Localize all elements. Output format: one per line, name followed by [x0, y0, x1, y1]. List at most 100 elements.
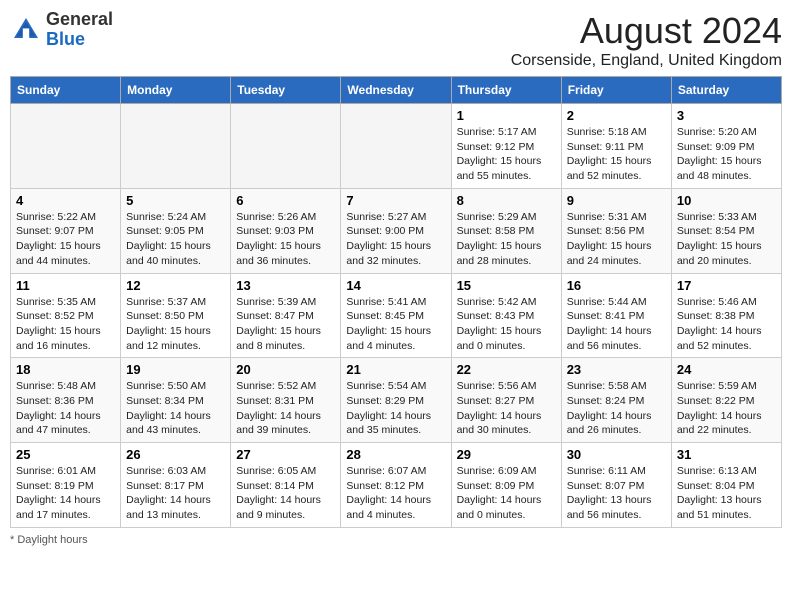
logo-icon — [10, 14, 42, 46]
page-title: August 2024 — [511, 10, 782, 52]
day-number: 10 — [677, 193, 776, 208]
calendar-header-wednesday: Wednesday — [341, 77, 451, 104]
day-number: 11 — [16, 278, 115, 293]
calendar-cell: 4 Sunrise: 5:22 AM Sunset: 9:07 PM Daylig… — [11, 188, 121, 273]
day-number: 22 — [457, 362, 556, 377]
day-number: 9 — [567, 193, 666, 208]
day-info: Sunrise: 5:52 AM Sunset: 8:31 PM Dayligh… — [236, 379, 335, 438]
calendar-cell: 7Sunrise: 5:27 AM Sunset: 9:00 PM Daylig… — [341, 188, 451, 273]
day-number: 20 — [236, 362, 335, 377]
day-number: 8 — [457, 193, 556, 208]
calendar-header-row: SundayMondayTuesdayWednesdayThursdayFrid… — [11, 77, 782, 104]
calendar-cell: 24 Sunrise: 5:59 AM Sunset: 8:22 PM Dayli… — [671, 358, 781, 443]
day-number: 16 — [567, 278, 666, 293]
day-info: Sunrise: 5:59 AM Sunset: 8:22 PM Dayligh… — [677, 379, 776, 438]
day-info: Sunrise: 5:22 AM Sunset: 9:07 PM Dayligh… — [16, 210, 115, 269]
day-number: 18 — [16, 362, 115, 377]
day-number: 30 — [567, 447, 666, 462]
header: General Blue August 2024 Corsenside, Eng… — [10, 10, 782, 70]
calendar-cell: 28Sunrise: 6:07 AM Sunset: 8:12 PM Dayli… — [341, 443, 451, 528]
calendar-week-row: 1 Sunrise: 5:17 AM Sunset: 9:12 PM Daylig… — [11, 104, 782, 189]
day-info: Sunrise: 5:29 AM Sunset: 8:58 PM Dayligh… — [457, 210, 556, 269]
day-number: 2 — [567, 108, 666, 123]
calendar-cell: 29 Sunrise: 6:09 AM Sunset: 8:09 PM Dayli… — [451, 443, 561, 528]
calendar-cell: 19 Sunrise: 5:50 AM Sunset: 8:34 PM Dayli… — [121, 358, 231, 443]
day-info: Sunrise: 6:09 AM Sunset: 8:09 PM Dayligh… — [457, 464, 556, 523]
calendar-cell: 9 Sunrise: 5:31 AM Sunset: 8:56 PM Daylig… — [561, 188, 671, 273]
calendar-cell: 31Sunrise: 6:13 AM Sunset: 8:04 PM Dayli… — [671, 443, 781, 528]
calendar-header-thursday: Thursday — [451, 77, 561, 104]
day-info: Sunrise: 5:20 AM Sunset: 9:09 PM Dayligh… — [677, 125, 776, 184]
day-number: 21 — [346, 362, 445, 377]
day-info: Sunrise: 6:03 AM Sunset: 8:17 PM Dayligh… — [126, 464, 225, 523]
day-number: 24 — [677, 362, 776, 377]
day-info: Sunrise: 5:44 AM Sunset: 8:41 PM Dayligh… — [567, 295, 666, 354]
day-info: Sunrise: 5:27 AM Sunset: 9:00 PM Dayligh… — [346, 210, 445, 269]
day-number: 3 — [677, 108, 776, 123]
calendar-cell: 11 Sunrise: 5:35 AM Sunset: 8:52 PM Dayli… — [11, 273, 121, 358]
calendar-cell — [341, 104, 451, 189]
logo-blue: Blue — [46, 30, 113, 50]
day-number: 5 — [126, 193, 225, 208]
day-number: 26 — [126, 447, 225, 462]
day-number: 31 — [677, 447, 776, 462]
calendar-cell: 16 Sunrise: 5:44 AM Sunset: 8:41 PM Dayli… — [561, 273, 671, 358]
day-number: 4 — [16, 193, 115, 208]
day-info: Sunrise: 5:41 AM Sunset: 8:45 PM Dayligh… — [346, 295, 445, 354]
calendar-cell: 8 Sunrise: 5:29 AM Sunset: 8:58 PM Daylig… — [451, 188, 561, 273]
day-number: 28 — [346, 447, 445, 462]
day-number: 25 — [16, 447, 115, 462]
day-number: 19 — [126, 362, 225, 377]
day-number: 6 — [236, 193, 335, 208]
calendar-cell — [11, 104, 121, 189]
day-info: Sunrise: 5:24 AM Sunset: 9:05 PM Dayligh… — [126, 210, 225, 269]
day-info: Sunrise: 6:05 AM Sunset: 8:14 PM Dayligh… — [236, 464, 335, 523]
calendar-cell: 5 Sunrise: 5:24 AM Sunset: 9:05 PM Daylig… — [121, 188, 231, 273]
calendar-week-row: 11 Sunrise: 5:35 AM Sunset: 8:52 PM Dayli… — [11, 273, 782, 358]
calendar-header-monday: Monday — [121, 77, 231, 104]
calendar-cell: 26 Sunrise: 6:03 AM Sunset: 8:17 PM Dayli… — [121, 443, 231, 528]
daylight-label: Daylight hours — [17, 534, 87, 546]
logo-general: General — [46, 10, 113, 30]
calendar-cell — [231, 104, 341, 189]
calendar-cell: 6 Sunrise: 5:26 AM Sunset: 9:03 PM Daylig… — [231, 188, 341, 273]
day-number: 14 — [346, 278, 445, 293]
calendar-header-friday: Friday — [561, 77, 671, 104]
calendar-table: SundayMondayTuesdayWednesdayThursdayFrid… — [10, 76, 782, 528]
calendar-week-row: 4 Sunrise: 5:22 AM Sunset: 9:07 PM Daylig… — [11, 188, 782, 273]
day-info: Sunrise: 5:31 AM Sunset: 8:56 PM Dayligh… — [567, 210, 666, 269]
day-info: Sunrise: 5:50 AM Sunset: 8:34 PM Dayligh… — [126, 379, 225, 438]
day-info: Sunrise: 5:42 AM Sunset: 8:43 PM Dayligh… — [457, 295, 556, 354]
day-info: Sunrise: 5:26 AM Sunset: 9:03 PM Dayligh… — [236, 210, 335, 269]
day-info: Sunrise: 5:35 AM Sunset: 8:52 PM Dayligh… — [16, 295, 115, 354]
day-info: Sunrise: 5:18 AM Sunset: 9:11 PM Dayligh… — [567, 125, 666, 184]
footer-note: * Daylight hours — [10, 534, 782, 546]
day-info: Sunrise: 6:01 AM Sunset: 8:19 PM Dayligh… — [16, 464, 115, 523]
calendar-cell: 15Sunrise: 5:42 AM Sunset: 8:43 PM Dayli… — [451, 273, 561, 358]
calendar-cell: 1 Sunrise: 5:17 AM Sunset: 9:12 PM Daylig… — [451, 104, 561, 189]
day-info: Sunrise: 5:48 AM Sunset: 8:36 PM Dayligh… — [16, 379, 115, 438]
title-area: August 2024 Corsenside, England, United … — [511, 10, 782, 70]
calendar-cell: 3 Sunrise: 5:20 AM Sunset: 9:09 PM Daylig… — [671, 104, 781, 189]
day-number: 12 — [126, 278, 225, 293]
day-info: Sunrise: 5:37 AM Sunset: 8:50 PM Dayligh… — [126, 295, 225, 354]
day-number: 13 — [236, 278, 335, 293]
day-info: Sunrise: 6:11 AM Sunset: 8:07 PM Dayligh… — [567, 464, 666, 523]
logo: General Blue — [10, 10, 113, 50]
day-info: Sunrise: 5:39 AM Sunset: 8:47 PM Dayligh… — [236, 295, 335, 354]
calendar-header-saturday: Saturday — [671, 77, 781, 104]
calendar-cell: 20 Sunrise: 5:52 AM Sunset: 8:31 PM Dayli… — [231, 358, 341, 443]
calendar-week-row: 18 Sunrise: 5:48 AM Sunset: 8:36 PM Dayli… — [11, 358, 782, 443]
day-number: 1 — [457, 108, 556, 123]
day-info: Sunrise: 5:56 AM Sunset: 8:27 PM Dayligh… — [457, 379, 556, 438]
day-info: Sunrise: 5:33 AM Sunset: 8:54 PM Dayligh… — [677, 210, 776, 269]
calendar-cell: 23Sunrise: 5:58 AM Sunset: 8:24 PM Dayli… — [561, 358, 671, 443]
day-info: Sunrise: 5:17 AM Sunset: 9:12 PM Dayligh… — [457, 125, 556, 184]
logo-text: General Blue — [46, 10, 113, 50]
calendar-cell: 22 Sunrise: 5:56 AM Sunset: 8:27 PM Dayli… — [451, 358, 561, 443]
calendar-cell: 25 Sunrise: 6:01 AM Sunset: 8:19 PM Dayli… — [11, 443, 121, 528]
calendar-week-row: 25 Sunrise: 6:01 AM Sunset: 8:19 PM Dayli… — [11, 443, 782, 528]
calendar-cell: 14 Sunrise: 5:41 AM Sunset: 8:45 PM Dayli… — [341, 273, 451, 358]
day-number: 29 — [457, 447, 556, 462]
day-info: Sunrise: 5:54 AM Sunset: 8:29 PM Dayligh… — [346, 379, 445, 438]
